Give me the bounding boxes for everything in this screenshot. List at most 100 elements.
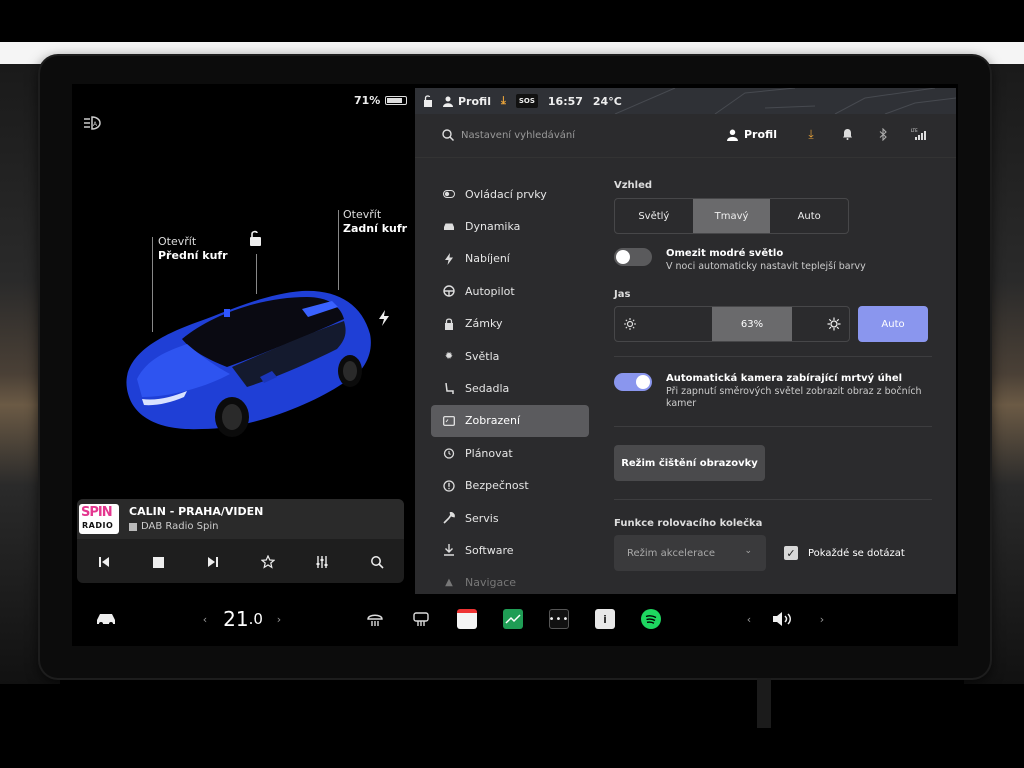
- next-track-icon[interactable]: [204, 553, 222, 571]
- screen-clean-mode-button[interactable]: Režim čištění obrazovky: [614, 445, 765, 481]
- stop-icon[interactable]: [150, 553, 168, 571]
- menu-item-software[interactable]: Software: [431, 534, 589, 566]
- menu-item-autopilot[interactable]: Autopilot: [431, 275, 589, 307]
- manual-app-icon[interactable]: i: [594, 606, 616, 632]
- brightness-high-icon: [827, 317, 841, 331]
- sos-button[interactable]: SOS: [515, 94, 538, 108]
- lte-signal-icon: LTE: [911, 126, 927, 142]
- volume-speaker-icon[interactable]: [770, 606, 796, 632]
- scroll-wheel-dropdown[interactable]: Režim akcelerace ⌄: [614, 535, 766, 571]
- blindspot-camera-toggle[interactable]: [614, 373, 652, 391]
- background-top: [0, 0, 1024, 64]
- ask-every-time-checkbox[interactable]: ✓: [784, 546, 798, 560]
- media-player: SPIN RADIO CALIN - PRAHA/VIDEN DAB Radio…: [77, 499, 404, 583]
- car-icon: [443, 221, 455, 233]
- blue-light-toggle[interactable]: [614, 248, 652, 266]
- menu-item-dynamics[interactable]: Dynamika: [431, 210, 589, 242]
- menu-item-seats[interactable]: Sedadla: [431, 372, 589, 404]
- menu-item-label: Navigace: [465, 576, 517, 590]
- energy-app-icon[interactable]: [502, 606, 524, 632]
- settings-header: Profil ⤓ LTE: [415, 114, 956, 158]
- outside-temperature: 24°C: [592, 94, 622, 108]
- profile-label: Profil: [744, 128, 777, 141]
- menu-item-lights[interactable]: ✹ Světla: [431, 340, 589, 372]
- clock: 16:57: [547, 94, 583, 108]
- menu-item-label: Ovládací prvky: [465, 187, 547, 201]
- bluetooth-icon[interactable]: [875, 126, 891, 142]
- appearance-dark-option[interactable]: Tmavý: [692, 199, 771, 233]
- media-source-label: DAB Radio Spin: [141, 521, 219, 532]
- status-bar: Profil ⤓ SOS 16:57 24°C: [423, 94, 622, 108]
- light-sun-icon: ✹: [444, 350, 454, 362]
- brightness-value: 63%: [740, 318, 764, 330]
- profile-icon: [727, 129, 738, 141]
- brightness-auto-button[interactable]: Auto: [858, 306, 928, 342]
- bell-icon[interactable]: [839, 126, 855, 142]
- blue-light-setting: Omezit modré světlo V noci automaticky n…: [614, 248, 932, 273]
- volume-down-chevron-icon[interactable]: ‹: [744, 606, 754, 632]
- ask-every-time-option[interactable]: ✓ Pokaždé se dotázat: [784, 546, 905, 560]
- profile-button[interactable]: Profil: [727, 128, 777, 141]
- trunk-label-line1: Otevřít: [343, 208, 382, 221]
- display-settings: Vzhled Světlý Tmavý Auto Omezit modré sv…: [614, 180, 932, 571]
- menu-item-schedule[interactable]: Plánovat: [431, 437, 589, 469]
- download-icon[interactable]: ⤓: [501, 94, 506, 108]
- brightness-slider[interactable]: 63%: [614, 306, 850, 342]
- unlock-icon[interactable]: [247, 229, 263, 247]
- menu-item-label: Software: [465, 543, 514, 557]
- menu-item-display[interactable]: Zobrazení: [431, 404, 589, 438]
- download-arrow-icon: [443, 544, 455, 557]
- media-search-icon[interactable]: [368, 553, 386, 571]
- door-unlock-icon[interactable]: [423, 95, 433, 107]
- station-logo-bottom: RADIO: [82, 521, 114, 530]
- calendar-app-icon[interactable]: [456, 606, 478, 632]
- settings-menu: Ovládací prvky Dynamika Nabíjení Autopil…: [431, 178, 589, 594]
- divider: [614, 356, 932, 357]
- appearance-auto-option[interactable]: Auto: [770, 199, 848, 233]
- volume-up-chevron-icon[interactable]: ›: [817, 606, 827, 632]
- vehicle-pane: 71% A Otevřít Přední kufr Otevřít Zadní …: [72, 84, 415, 594]
- wrench-icon: [443, 512, 455, 524]
- menu-item-navigation[interactable]: ▲ Navigace: [431, 567, 589, 594]
- menu-item-label: Bezpečnost: [465, 479, 529, 493]
- menu-item-label: Servis: [465, 511, 499, 525]
- display-icon: [443, 415, 455, 427]
- rear-defrost-icon[interactable]: [410, 606, 432, 632]
- previous-track-icon[interactable]: [95, 553, 113, 571]
- temp-down-chevron-icon[interactable]: ‹: [200, 606, 210, 632]
- spotify-app-icon[interactable]: [640, 606, 662, 632]
- more-apps-icon[interactable]: •••: [548, 606, 570, 632]
- cabin-temperature[interactable]: 21.0: [218, 606, 268, 632]
- menu-item-label: Dynamika: [465, 220, 521, 234]
- headlight-icon[interactable]: A: [82, 114, 104, 132]
- software-download-icon[interactable]: ⤓: [803, 126, 819, 142]
- bottom-dock: ‹ 21.0 › ••• i ‹ ›: [72, 594, 958, 646]
- battery-icon: [385, 96, 408, 105]
- screen-stand: [757, 678, 771, 728]
- menu-item-controls[interactable]: Ovládací prvky: [431, 178, 589, 210]
- seat-icon: [443, 382, 455, 395]
- media-controls: [77, 547, 404, 577]
- open-trunk-button[interactable]: Otevřít Zadní kufr: [343, 208, 407, 236]
- svg-text:LTE: LTE: [911, 128, 918, 133]
- search-icon: [442, 129, 455, 142]
- status-profile[interactable]: Profil: [443, 95, 491, 108]
- menu-item-service[interactable]: Servis: [431, 502, 589, 534]
- front-defrost-icon[interactable]: [364, 606, 386, 632]
- car-icon[interactable]: [94, 606, 118, 632]
- equalizer-icon[interactable]: [313, 553, 331, 571]
- profile-person-icon: [443, 96, 453, 107]
- radio-source-icon: [129, 522, 137, 531]
- frunk-label-line2: Přední kufr: [158, 249, 228, 262]
- temp-up-chevron-icon[interactable]: ›: [274, 606, 284, 632]
- favorite-star-icon[interactable]: [259, 553, 277, 571]
- menu-item-locks[interactable]: Zámky: [431, 308, 589, 340]
- media-source: DAB Radio Spin: [129, 521, 219, 532]
- appearance-light-option[interactable]: Světlý: [615, 199, 693, 233]
- settings-search-input[interactable]: [461, 124, 681, 146]
- menu-item-charging[interactable]: Nabíjení: [431, 243, 589, 275]
- now-playing[interactable]: SPIN RADIO CALIN - PRAHA/VIDEN DAB Radio…: [77, 499, 404, 539]
- menu-item-safety[interactable]: Bezpečnost: [431, 470, 589, 502]
- brightness-label: Jas: [614, 289, 631, 300]
- open-frunk-button[interactable]: Otevřít Přední kufr: [158, 235, 228, 263]
